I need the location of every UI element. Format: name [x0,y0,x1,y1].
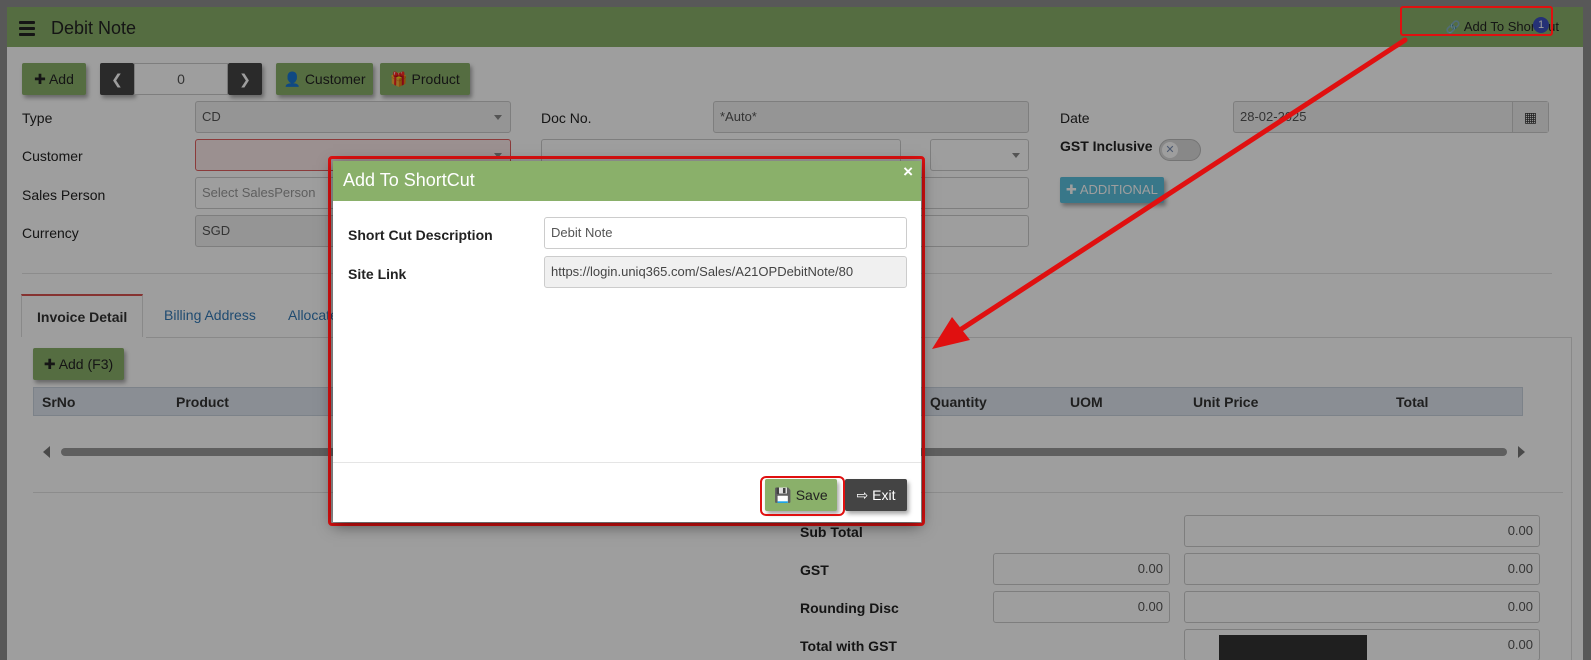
exit-button[interactable]: ⇨ Exit [845,479,907,511]
close-icon[interactable]: × [903,162,913,182]
add-to-shortcut-modal: Add To ShortCut × Short Cut Description … [333,161,921,522]
modal-title: Add To ShortCut [343,170,475,190]
shortcut-desc-input[interactable]: Debit Note [544,217,907,249]
modal-header: Add To ShortCut × [333,161,921,201]
shortcut-highlight-box [1400,6,1553,36]
exit-button-label: Exit [872,487,896,503]
shortcut-desc-label: Short Cut Description [348,227,493,243]
site-link-label: Site Link [348,266,407,282]
exit-icon: ⇨ [856,487,869,503]
modal-footer-divider [333,462,921,463]
site-link-field[interactable]: https://login.uniq365.com/Sales/A21OPDeb… [544,256,907,288]
save-highlight-box [760,476,845,516]
